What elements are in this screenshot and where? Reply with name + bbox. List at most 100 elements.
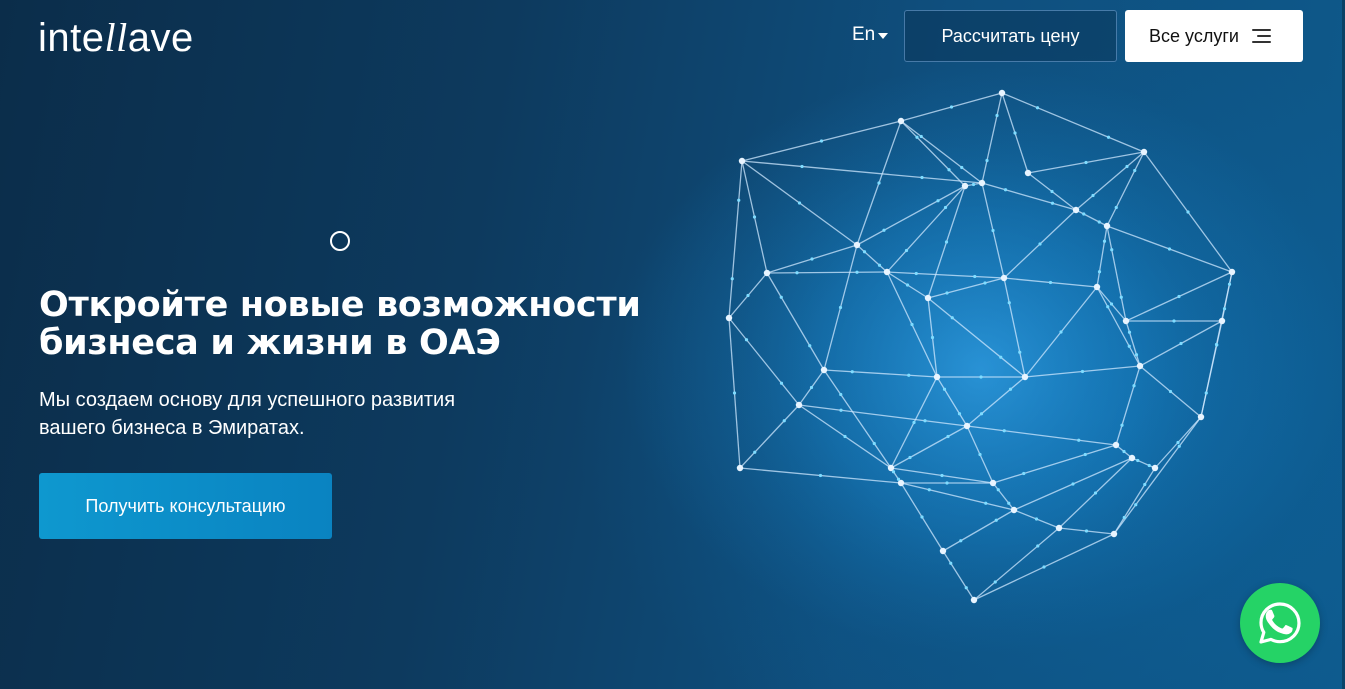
mesh-spark [959,539,963,543]
mesh-spark [943,205,948,210]
mesh-spark [910,322,914,327]
mesh-node [1128,454,1136,462]
mesh-node [1093,283,1101,291]
mesh-spark [960,165,964,170]
mesh-spark [1186,210,1190,214]
logo[interactable]: intellave [38,15,194,61]
mesh-spark [1034,517,1039,521]
mesh-node [998,89,1006,97]
mesh-spark [855,270,859,274]
hero-section: intellave En Рассчитать цену Все услуги … [0,0,1345,689]
mesh-spark [930,335,935,340]
network-sphere-graphic [710,89,1250,630]
mesh-node [820,366,828,374]
mesh-spark [1003,188,1008,192]
mesh-spark [1002,429,1006,433]
mesh-spark [779,295,783,299]
mesh-spark [971,182,976,187]
mesh-spark [1204,391,1208,395]
subtitle-line-1: Мы создаем основу для успешного развития [39,389,456,411]
mesh-spark [1222,307,1227,311]
mesh-node [939,547,947,555]
calculate-price-label: Рассчитать цену [941,25,1080,46]
mesh-spark [1143,482,1147,487]
mesh-spark [994,518,998,522]
logo-text-prefix: inte [38,16,105,60]
mesh-spark [1177,444,1181,448]
mesh-spark [1035,106,1040,110]
get-consultation-button[interactable]: Получить консультацию [39,473,332,539]
mesh-node [1136,362,1144,370]
mesh-spark [808,344,812,348]
mesh-spark [1077,438,1081,442]
mesh-spark [947,168,951,172]
mesh-node [1122,317,1130,325]
mesh-spark [1083,452,1087,457]
mesh-node [1218,317,1226,325]
mesh-spark [795,271,799,275]
cursor-ring-icon [330,231,350,251]
mesh-spark [862,250,867,254]
hero-headline: Откройте новые возможности бизнеса и жиз… [39,286,679,362]
mesh-spark [1114,205,1118,210]
whatsapp-button[interactable] [1240,583,1320,663]
mesh-spark [850,370,854,374]
mesh-node [1000,274,1008,282]
mesh-spark [940,473,944,478]
mesh-spark [973,274,977,279]
mesh-spark [877,263,882,267]
mesh-spark [915,135,919,139]
mesh-node [853,241,861,249]
mesh-spark [985,158,989,163]
mesh-spark [1172,319,1176,323]
language-label: En [852,24,876,45]
calculate-price-button[interactable]: Рассчитать цену [904,10,1117,62]
mesh-spark [984,501,988,505]
mesh-node [1112,441,1120,449]
mesh-spark [927,488,931,492]
mesh-spark [732,391,737,395]
mesh-spark [779,381,784,385]
mesh-spark [809,385,814,390]
mesh-spark [950,316,954,320]
mesh-spark [753,450,757,454]
mesh-spark [896,477,901,481]
mesh-spark [1102,239,1107,243]
mesh-spark [1042,565,1046,569]
mesh-spark [819,139,824,143]
mesh-node [1010,506,1018,514]
language-selector[interactable]: En [852,24,889,46]
mesh-node [736,464,744,472]
mesh-node [1072,206,1080,214]
mesh-spark [1168,389,1173,394]
mesh-spark [908,455,912,460]
mesh-spark [914,271,918,276]
mesh-spark [1176,440,1180,445]
mesh-spark [800,164,804,169]
mesh-spark [1127,330,1132,334]
mesh-spark [1125,164,1129,169]
all-services-button[interactable]: Все услуги [1125,10,1303,62]
mesh-node [763,269,771,277]
mesh-spark [1084,160,1088,165]
mesh-node [970,596,978,604]
mesh-spark [1008,387,1013,391]
mesh-spark [991,228,995,233]
mesh-spark [942,387,947,391]
mesh-spark [907,373,911,377]
mesh-spark [993,580,997,584]
mesh-node [1110,530,1118,538]
mesh-spark [1050,201,1055,205]
mesh-spark [839,408,843,412]
mesh-spark [1227,282,1232,286]
mesh-node [1151,464,1159,472]
mesh-spark [1059,330,1063,334]
mesh-spark [1133,168,1137,173]
mesh-spark [923,419,927,423]
hero-subtitle: Мы создаем основу для успешного развития… [39,386,519,442]
logo-text-ll: ll [104,15,128,60]
mesh-spark [979,412,984,416]
mesh-spark [949,105,954,109]
mesh-spark [1106,135,1111,139]
mesh-spark [1036,544,1040,548]
